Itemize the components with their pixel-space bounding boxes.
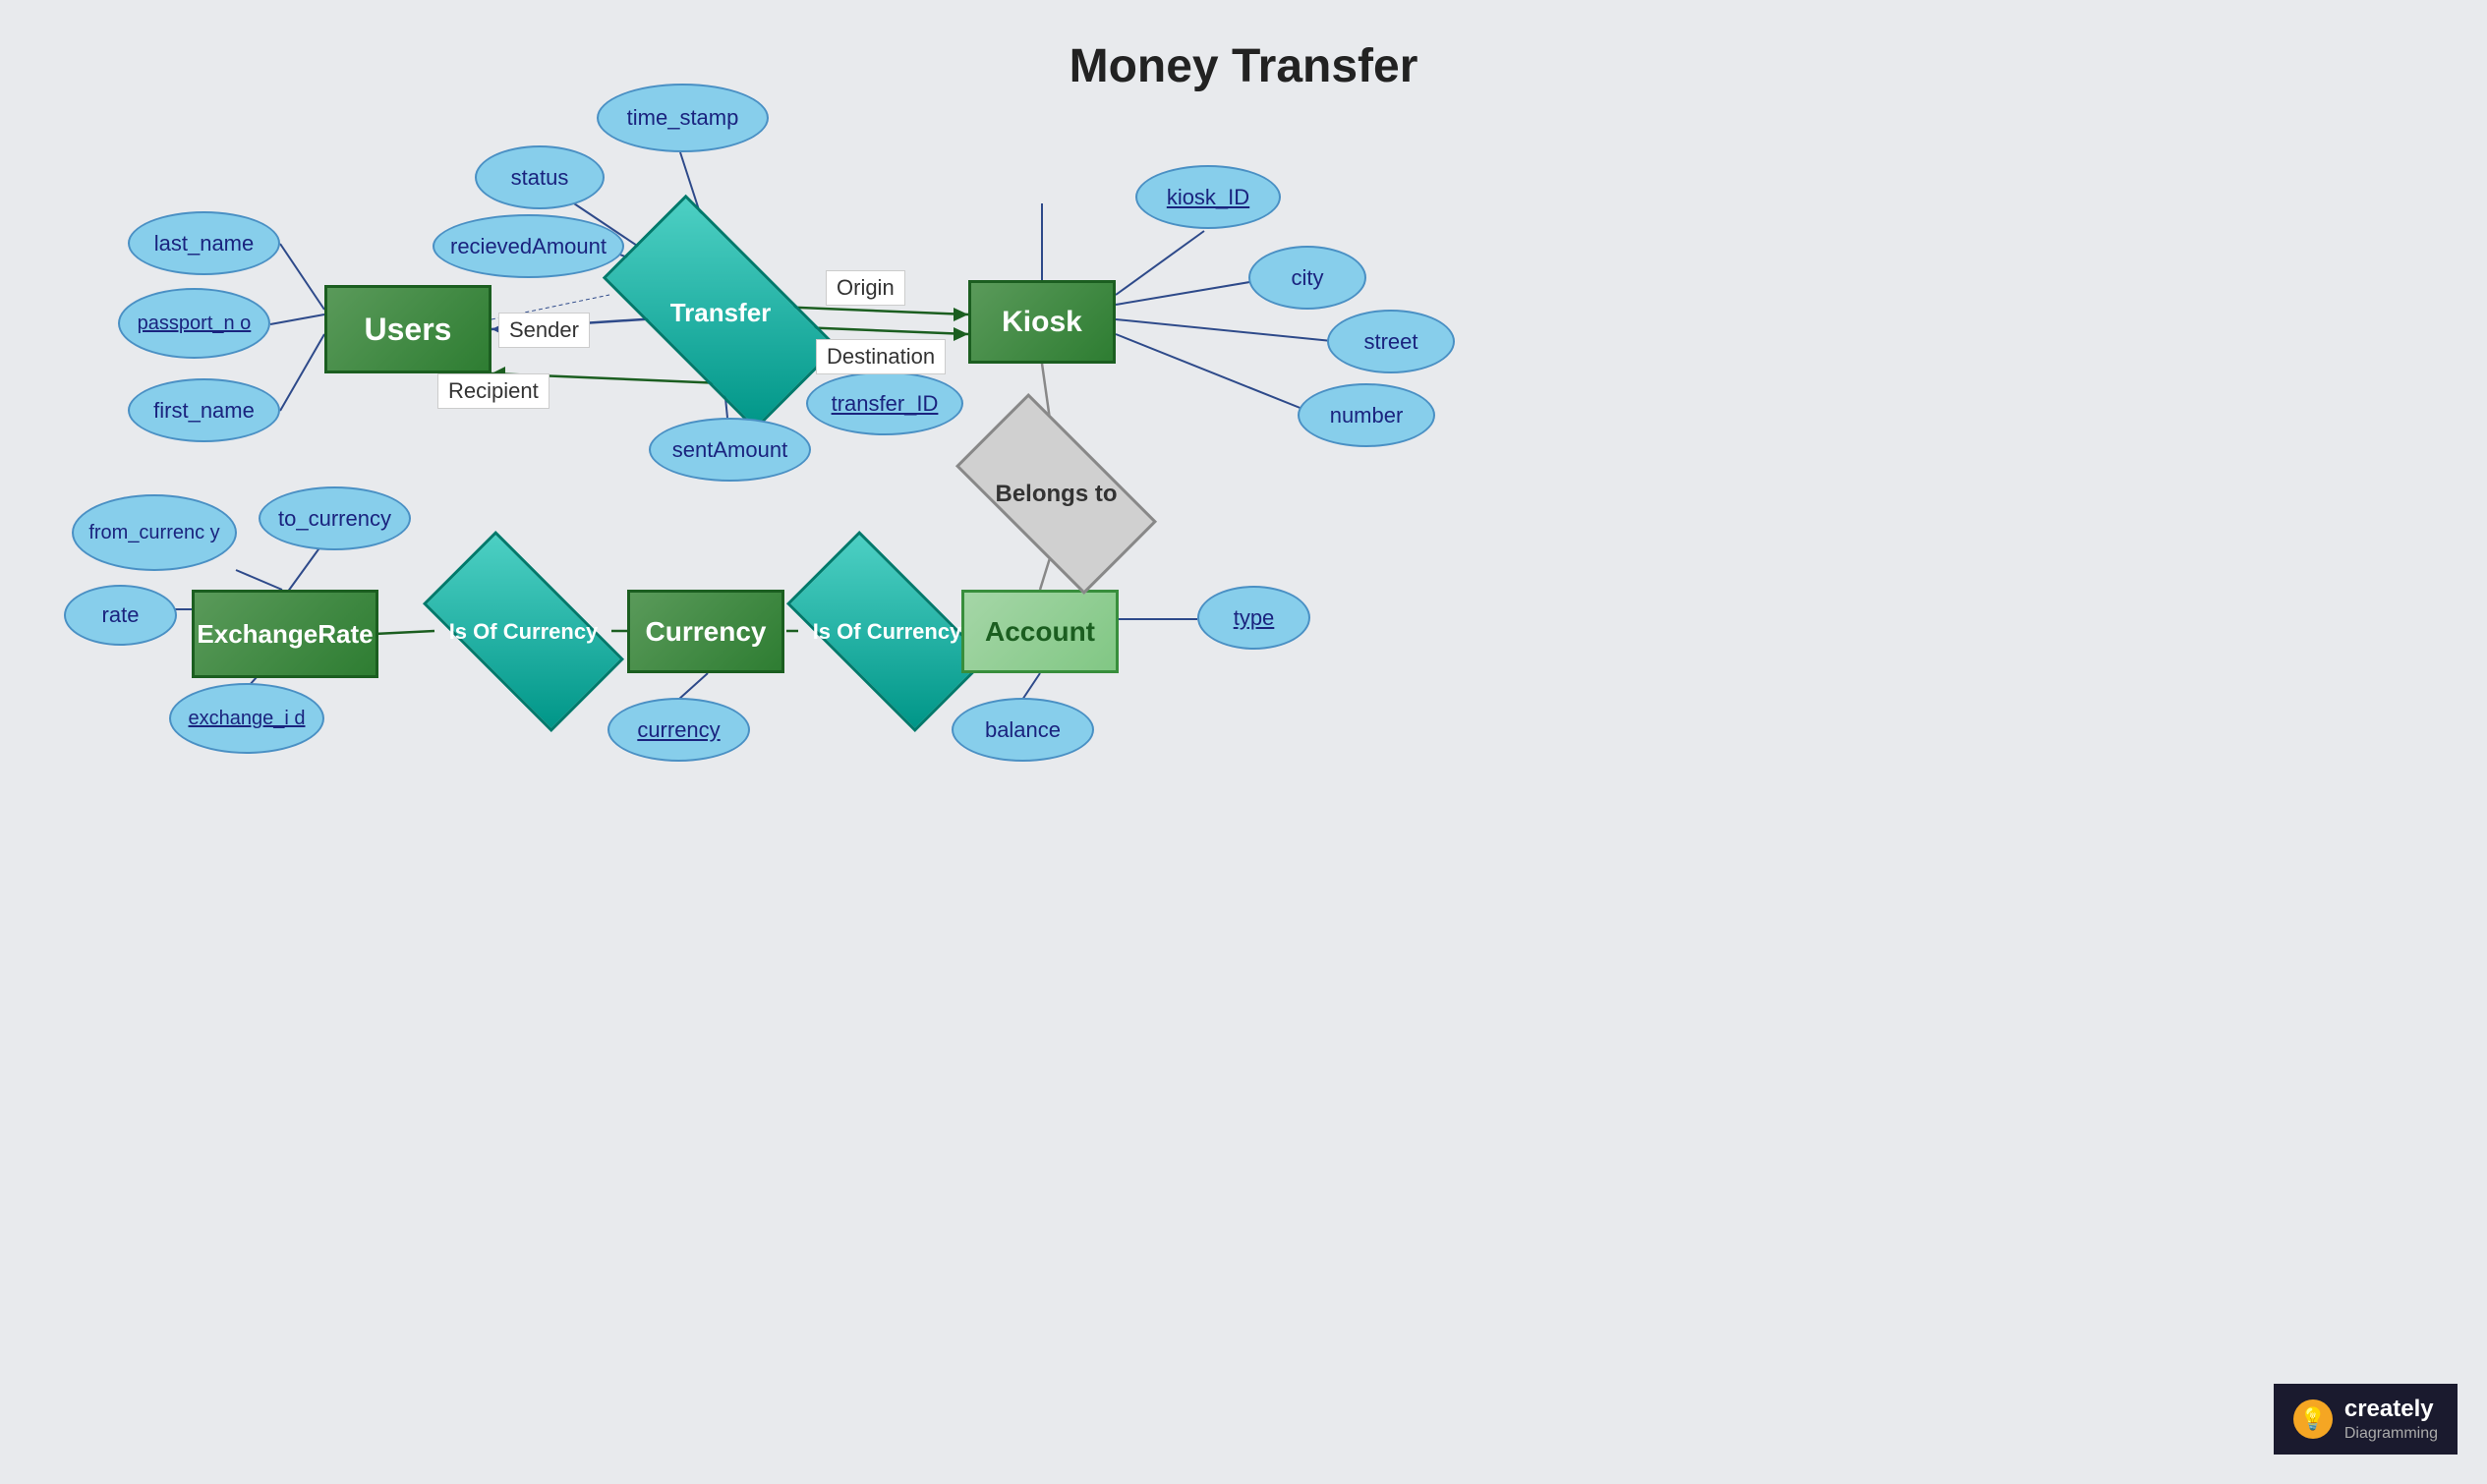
attr-first-name: first_name (128, 378, 280, 442)
entity-account: Account (961, 590, 1119, 673)
attr-from-currency: from_currenc y (72, 494, 237, 571)
entity-users: Users (324, 285, 492, 373)
creately-brand: creately (2344, 1396, 2438, 1424)
attr-street: street (1327, 310, 1455, 373)
attr-type: type (1197, 586, 1310, 650)
creately-bulb-icon: 💡 (2293, 1399, 2333, 1439)
rel-label-sender: Sender (498, 313, 590, 348)
diamond-belongs-to: Belongs to (965, 442, 1147, 545)
attr-sent-amount: sentAmount (649, 418, 811, 482)
rel-label-origin: Origin (826, 270, 905, 306)
diamond-transfer: Transfer (612, 254, 829, 371)
attr-last-name: last_name (128, 211, 280, 275)
attr-transfer-id: transfer_ID (806, 371, 963, 435)
entity-exchangerate: ExchangeRate (192, 590, 378, 678)
diagram-container: Money Transfer (0, 0, 2487, 1484)
attr-number: number (1298, 383, 1435, 447)
diamond-is-of-currency-right: Is Of Currency (796, 580, 978, 683)
attr-status: status (475, 145, 605, 209)
attr-city: city (1248, 246, 1366, 310)
entity-kiosk: Kiosk (968, 280, 1116, 364)
creately-sub: Diagramming (2344, 1424, 2438, 1443)
attr-time-stamp: time_stamp (597, 84, 769, 152)
attr-to-currency: to_currency (259, 486, 411, 550)
entity-currency: Currency (627, 590, 784, 673)
rel-label-destination: Destination (816, 339, 946, 374)
attr-kiosk-id: kiosk_ID (1135, 165, 1281, 229)
page-title: Money Transfer (0, 0, 2487, 93)
attr-rate: rate (64, 585, 177, 646)
attr-recieved-amount: recievedAmount (433, 214, 624, 278)
rel-label-recipient: Recipient (437, 373, 549, 409)
creately-logo: 💡 creately Diagramming (2274, 1384, 2458, 1455)
attr-currency: currency (607, 698, 750, 762)
diamond-is-of-currency-left: Is Of Currency (433, 580, 614, 683)
attr-balance: balance (952, 698, 1094, 762)
attr-passport-no: passport_n o (118, 288, 270, 359)
attr-exchange-id: exchange_i d (169, 683, 324, 754)
